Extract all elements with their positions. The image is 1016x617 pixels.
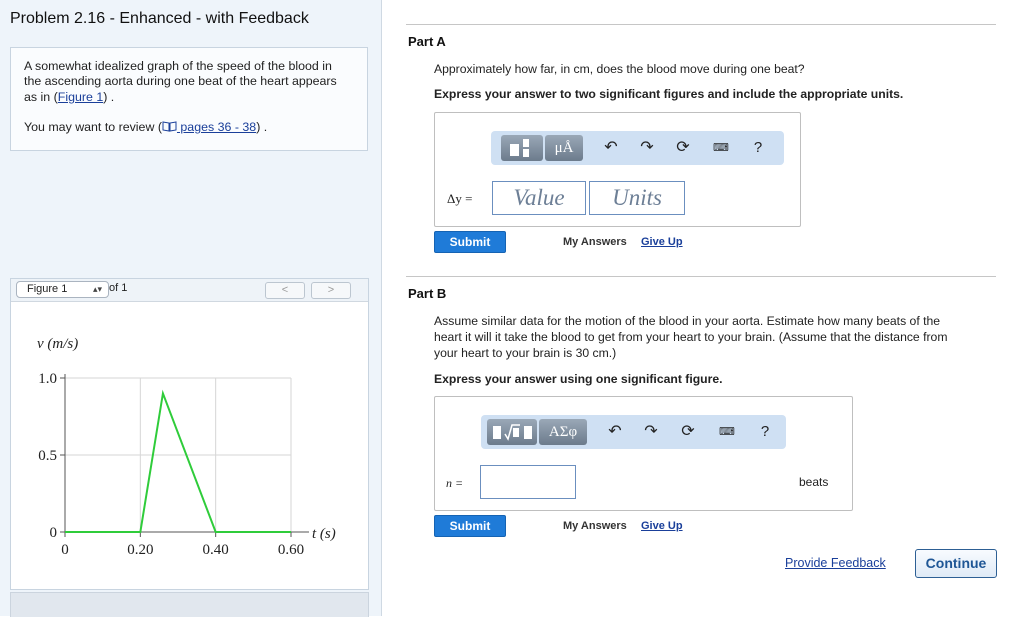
templates-button[interactable] bbox=[501, 135, 543, 161]
review-pages-text: pages 36 - 38 bbox=[176, 120, 257, 134]
x-tick-label-1: 0.20 bbox=[127, 542, 153, 558]
figure-toolbar: Figure 1 ▴▾ of 1 < > bbox=[11, 279, 368, 302]
review-suffix: ) . bbox=[256, 120, 268, 134]
left-panel-footer bbox=[10, 592, 369, 617]
part-a-divider bbox=[406, 24, 996, 25]
part-a-give-up[interactable]: Give Up bbox=[641, 236, 683, 248]
next-figure-button[interactable]: > bbox=[311, 282, 351, 299]
part-a-question: Approximately how far, in cm, does the b… bbox=[434, 62, 805, 76]
figure-select[interactable]: Figure 1 ▴▾ bbox=[16, 281, 109, 298]
series-line-0 bbox=[65, 389, 291, 533]
part-a-math-toolbar: μÅ ↶ ↷ ⟳ ⌨ ? bbox=[491, 131, 784, 165]
help-icon[interactable]: ? bbox=[755, 423, 775, 441]
figure-select-value: Figure 1 bbox=[27, 283, 68, 295]
part-a-my-answers[interactable]: My Answers bbox=[563, 236, 627, 248]
chart-series bbox=[65, 389, 291, 533]
part-b-variable-label: n = bbox=[446, 476, 464, 490]
x-axis-label: t (s) bbox=[312, 526, 336, 542]
units-symbol-button[interactable]: μÅ bbox=[545, 135, 583, 161]
chart-axes bbox=[64, 374, 309, 533]
select-arrows-icon: ▴▾ bbox=[92, 284, 102, 294]
part-b-submit-button[interactable]: Submit bbox=[434, 515, 506, 537]
reset-icon[interactable]: ⟳ bbox=[678, 423, 698, 441]
units-label: beats bbox=[799, 475, 829, 489]
intro-text-line-2: the ascending aorta during one beat of t… bbox=[24, 74, 337, 88]
book-icon bbox=[162, 121, 177, 132]
prev-figure-button[interactable]: < bbox=[265, 282, 305, 299]
continue-button[interactable]: Continue bbox=[915, 549, 997, 578]
reset-icon[interactable]: ⟳ bbox=[673, 139, 693, 157]
provide-feedback-link[interactable]: Provide Feedback bbox=[785, 556, 886, 570]
review-text: You may want to review ( pages 36 - 38) … bbox=[24, 120, 267, 135]
intro-text-line-1: A somewhat idealized graph of the speed … bbox=[24, 59, 332, 73]
figure-link[interactable]: Figure 1 bbox=[58, 90, 103, 104]
value-input[interactable]: Value bbox=[492, 181, 586, 215]
speed-time-chart: 0 0.20 0.40 0.60 0 0.5 1.0 v (m/s) t (s) bbox=[37, 336, 336, 558]
part-a-title: Part A bbox=[408, 34, 446, 49]
problem-title: Problem 2.16 - Enhanced - with Feedback bbox=[10, 10, 309, 27]
part-b-title: Part B bbox=[408, 286, 447, 301]
greek-symbols-button[interactable]: ΑΣφ bbox=[539, 419, 587, 445]
chart-ticks: 0 0.20 0.40 0.60 0 0.5 1.0 bbox=[38, 371, 304, 558]
y-tick-label-1: 0.5 bbox=[38, 448, 57, 464]
review-pages-link[interactable]: pages 36 - 38 bbox=[162, 120, 256, 134]
part-b-question-line-2: heart it will it take the blood to get f… bbox=[434, 330, 948, 344]
part-b-answer-box: ΑΣφ ↶ ↷ ⟳ ⌨ ? n = beats bbox=[434, 396, 853, 511]
problem-intro-box: A somewhat idealized graph of the speed … bbox=[10, 47, 368, 151]
part-b-question-line-3: your heart to your brain is 30 cm.) bbox=[434, 346, 617, 360]
figure-count: of 1 bbox=[109, 282, 128, 294]
part-b-question-line-1: Assume similar data for the motion of th… bbox=[434, 314, 941, 328]
part-b-my-answers[interactable]: My Answers bbox=[563, 520, 627, 532]
units-input[interactable]: Units bbox=[589, 181, 685, 215]
x-tick-label-3: 0.60 bbox=[278, 542, 304, 558]
redo-icon[interactable]: ↷ bbox=[641, 423, 661, 441]
intro-suffix: ) . bbox=[103, 90, 115, 104]
part-a-submit-button[interactable]: Submit bbox=[434, 231, 506, 253]
help-icon[interactable]: ? bbox=[748, 139, 768, 157]
undo-icon[interactable]: ↶ bbox=[601, 139, 621, 157]
template-radical-icon bbox=[493, 424, 532, 441]
review-prefix: You may want to review ( bbox=[24, 120, 162, 134]
intro-prefix: as in ( bbox=[24, 90, 58, 104]
y-tick-label-0: 0 bbox=[50, 525, 58, 541]
part-a-instruction: Express your answer to two significant f… bbox=[434, 87, 904, 101]
chart-grid bbox=[65, 377, 292, 532]
redo-icon[interactable]: ↷ bbox=[637, 139, 657, 157]
part-b-math-toolbar: ΑΣφ ↶ ↷ ⟳ ⌨ ? bbox=[481, 415, 786, 449]
undo-icon[interactable]: ↶ bbox=[605, 423, 625, 441]
part-b-give-up[interactable]: Give Up bbox=[641, 520, 683, 532]
templates-button[interactable] bbox=[487, 419, 537, 445]
part-a-answer-box: μÅ ↶ ↷ ⟳ ⌨ ? Δy = Value Units bbox=[434, 112, 801, 227]
keyboard-icon[interactable]: ⌨ bbox=[717, 423, 737, 441]
part-b-divider bbox=[406, 276, 996, 277]
x-tick-label-2: 0.40 bbox=[203, 542, 229, 558]
y-tick-label-2: 1.0 bbox=[38, 371, 57, 387]
y-axis-label: v (m/s) bbox=[37, 336, 78, 352]
template-icon bbox=[510, 139, 529, 157]
keyboard-icon[interactable]: ⌨ bbox=[711, 139, 731, 157]
part-b-instruction: Express your answer using one significan… bbox=[434, 372, 723, 386]
x-tick-label-0: 0 bbox=[61, 542, 69, 558]
intro-text-line-3: as in (Figure 1) . bbox=[24, 90, 114, 105]
beats-input[interactable] bbox=[480, 465, 576, 499]
part-a-variable-label: Δy = bbox=[447, 191, 473, 206]
